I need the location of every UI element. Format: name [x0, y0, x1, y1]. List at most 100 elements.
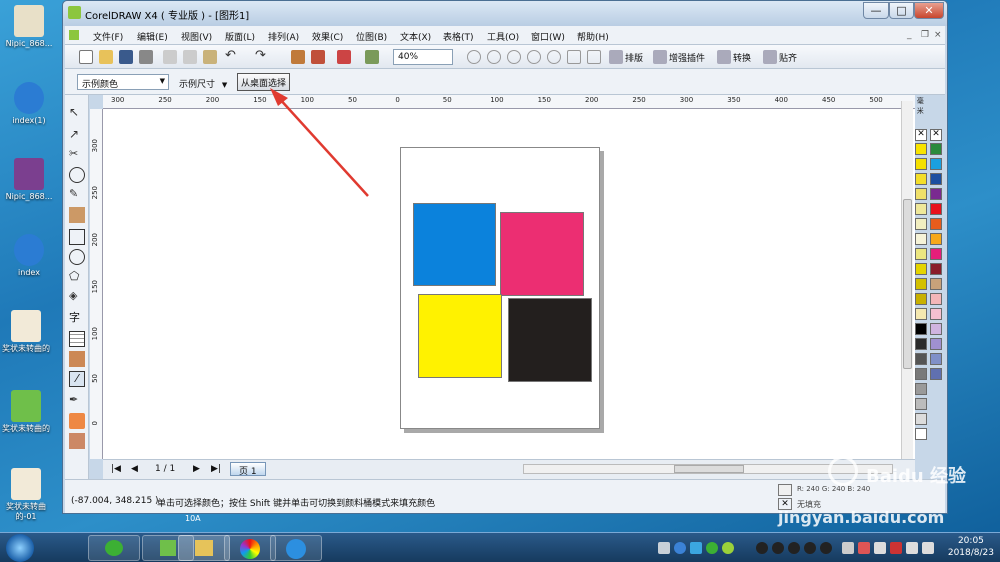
help-icon[interactable] — [674, 542, 686, 554]
polygon-tool-icon[interactable]: ⬠ — [69, 269, 85, 285]
cyan-square[interactable] — [413, 203, 496, 286]
palette-swatch[interactable] — [915, 383, 927, 395]
snap-button[interactable]: 贴齐 — [779, 51, 797, 64]
keyboard-icon[interactable] — [658, 542, 670, 554]
menu-file[interactable]: 文件(F) — [93, 30, 123, 43]
minimize-button[interactable]: — — [863, 2, 889, 19]
no-color-swatch-2[interactable]: ✕ — [930, 129, 942, 141]
palette-swatch[interactable] — [915, 293, 927, 305]
doc-menu-icon[interactable] — [69, 30, 79, 40]
prev-page-icon[interactable]: ◀ — [131, 464, 138, 474]
desktop-icon-index1[interactable]: index(1) — [1, 82, 57, 126]
eyedropper-tool-icon[interactable]: ⁄ — [69, 371, 85, 387]
palette-swatch[interactable] — [930, 353, 942, 365]
palette-swatch[interactable] — [930, 338, 942, 350]
rectangle-tool-icon[interactable] — [69, 229, 85, 245]
redo-icon[interactable]: ↷ — [255, 49, 269, 64]
title-bar[interactable]: CorelDRAW X4 ( 专业版 ) - [图形1] — □ ✕ — [63, 1, 947, 26]
menu-edit[interactable]: 编辑(E) — [137, 30, 168, 43]
flag-icon[interactable] — [906, 542, 918, 554]
doc-minimize-icon[interactable]: _ — [907, 30, 912, 40]
qq-icon-3[interactable] — [788, 542, 800, 554]
menu-window[interactable]: 窗口(W) — [531, 30, 565, 43]
black-square[interactable] — [508, 298, 592, 382]
zoom-in-icon[interactable] — [467, 50, 481, 64]
palette-swatch[interactable] — [930, 203, 942, 215]
network-icon[interactable] — [690, 542, 702, 554]
zoom-out-icon[interactable] — [487, 50, 501, 64]
yellow-square[interactable] — [418, 294, 502, 378]
menu-view[interactable]: 视图(V) — [181, 30, 212, 43]
system-clock[interactable]: 20:05 2018/8/23 — [948, 535, 994, 559]
palette-swatch[interactable] — [930, 233, 942, 245]
palette-swatch[interactable] — [915, 338, 927, 350]
menu-help[interactable]: 帮助(H) — [577, 30, 609, 43]
page-tab[interactable]: 页 1 — [230, 462, 266, 477]
pick-tool-icon[interactable]: ↖ — [69, 105, 85, 121]
zoom-level-select[interactable]: 40% — [393, 49, 453, 65]
horizontal-scroll-thumb[interactable] — [674, 465, 744, 473]
drawing-canvas[interactable] — [103, 109, 915, 459]
text-tool-icon[interactable]: 字 — [69, 309, 85, 325]
convert-button[interactable]: 转换 — [733, 51, 751, 64]
menu-effects[interactable]: 效果(C) — [312, 30, 343, 43]
desktop-icon-nipic-1[interactable]: Nipic_868... — [1, 5, 57, 49]
sample-size-select[interactable]: 示例尺寸 ▼ — [179, 77, 227, 90]
print-icon[interactable] — [139, 50, 153, 64]
usb-icon[interactable] — [874, 542, 886, 554]
desktop-icon-award-1[interactable]: 奖状未转曲的 — [0, 310, 54, 354]
taskbar-browser[interactable] — [270, 535, 322, 561]
outline-tool-icon[interactable]: ✒ — [69, 393, 85, 409]
palette-swatch[interactable] — [930, 248, 942, 260]
save-icon[interactable] — [119, 50, 133, 64]
palette-swatch[interactable] — [930, 323, 942, 335]
palette-swatch[interactable] — [915, 248, 927, 260]
horizontal-ruler[interactable]: 300 250 200 150 100 50 0 50 100 150 200 250 300 350 40… — [103, 95, 924, 115]
fill-tool-icon[interactable] — [69, 413, 85, 429]
maximize-button[interactable]: □ — [889, 2, 914, 19]
palette-swatch[interactable] — [930, 188, 942, 200]
palette-swatch[interactable] — [915, 278, 927, 290]
menu-text[interactable]: 文本(X) — [400, 30, 431, 43]
interactive-fill-tool-icon[interactable] — [69, 433, 85, 449]
desktop-icon-award-3[interactable]: 奖状未转曲的-01 — [0, 468, 54, 522]
zoom-width-icon[interactable] — [567, 50, 581, 64]
export-icon[interactable] — [311, 50, 325, 64]
menu-table[interactable]: 表格(T) — [443, 30, 474, 43]
media-icon[interactable] — [858, 542, 870, 554]
palette-swatch[interactable] — [930, 158, 942, 170]
interactive-blend-tool-icon[interactable] — [69, 351, 85, 367]
palette-swatch[interactable] — [915, 203, 927, 215]
desktop-icon-index[interactable]: index — [1, 234, 57, 278]
sample-color-select[interactable]: 示例颜色 ▼ — [77, 74, 169, 90]
menu-arrange[interactable]: 排列(A) — [268, 30, 299, 43]
last-page-icon[interactable]: ▶| — [211, 464, 221, 474]
zoom-height-icon[interactable] — [587, 50, 601, 64]
doc-restore-icon[interactable]: ❐ — [921, 30, 929, 40]
palette-swatch[interactable] — [915, 308, 927, 320]
security-icon[interactable] — [722, 542, 734, 554]
wechat-tray-icon[interactable] — [706, 542, 718, 554]
zoom-page-icon[interactable] — [547, 50, 561, 64]
drawing-page[interactable] — [400, 147, 600, 429]
palette-swatch[interactable] — [915, 158, 927, 170]
freehand-tool-icon[interactable]: ✎ — [69, 187, 85, 203]
vertical-scrollbar[interactable] — [901, 101, 913, 461]
first-page-icon[interactable]: |◀ — [111, 464, 121, 474]
table-tool-icon[interactable] — [69, 331, 85, 347]
shape-tool-icon[interactable]: ↗ — [69, 127, 85, 143]
palette-swatch[interactable] — [915, 188, 927, 200]
zoom-selected-icon[interactable] — [507, 50, 521, 64]
import-icon[interactable] — [291, 50, 305, 64]
layout-button[interactable]: 排版 — [625, 51, 643, 64]
qq-icon-5[interactable] — [820, 542, 832, 554]
menu-tools[interactable]: 工具(O) — [487, 30, 519, 43]
new-icon[interactable] — [79, 50, 93, 64]
palette-swatch[interactable] — [915, 428, 927, 440]
undo-icon[interactable]: ↶ — [225, 49, 239, 64]
volume-icon[interactable] — [922, 542, 934, 554]
welcome-screen-icon[interactable] — [365, 50, 379, 64]
vertical-scroll-thumb[interactable] — [903, 199, 912, 369]
palette-swatch[interactable] — [930, 173, 942, 185]
taskbar-wechat[interactable] — [88, 535, 140, 561]
